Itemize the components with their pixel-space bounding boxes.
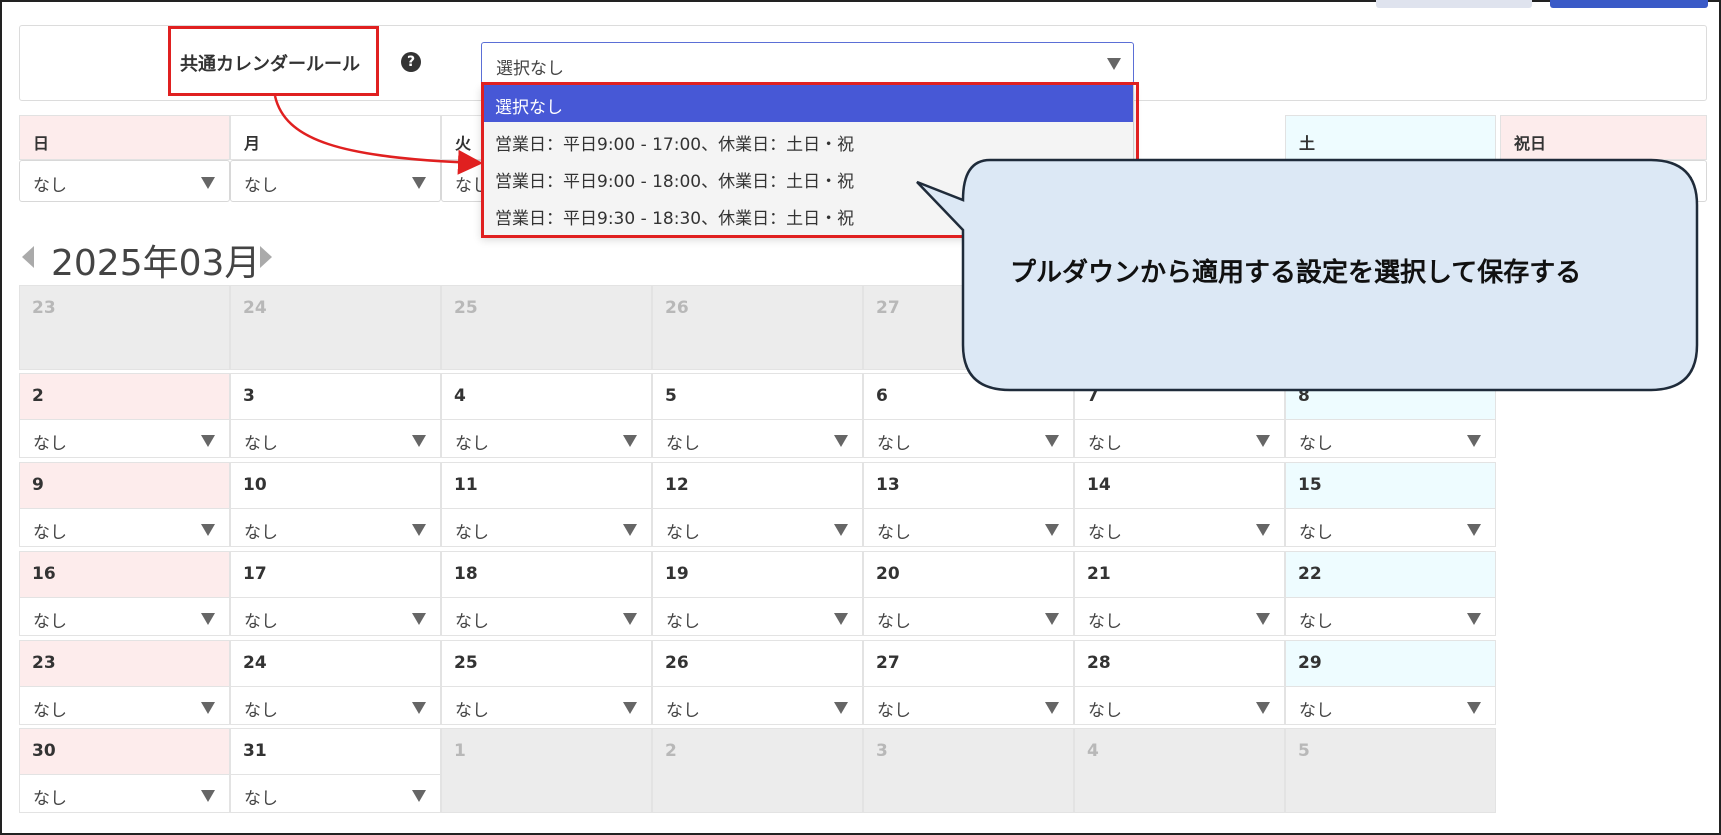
callout-text: プルダウンから適用する設定を選択して保存する [1010,258,1582,288]
annotation-arrow [273,95,483,175]
annotation-layer [273,95,1699,392]
